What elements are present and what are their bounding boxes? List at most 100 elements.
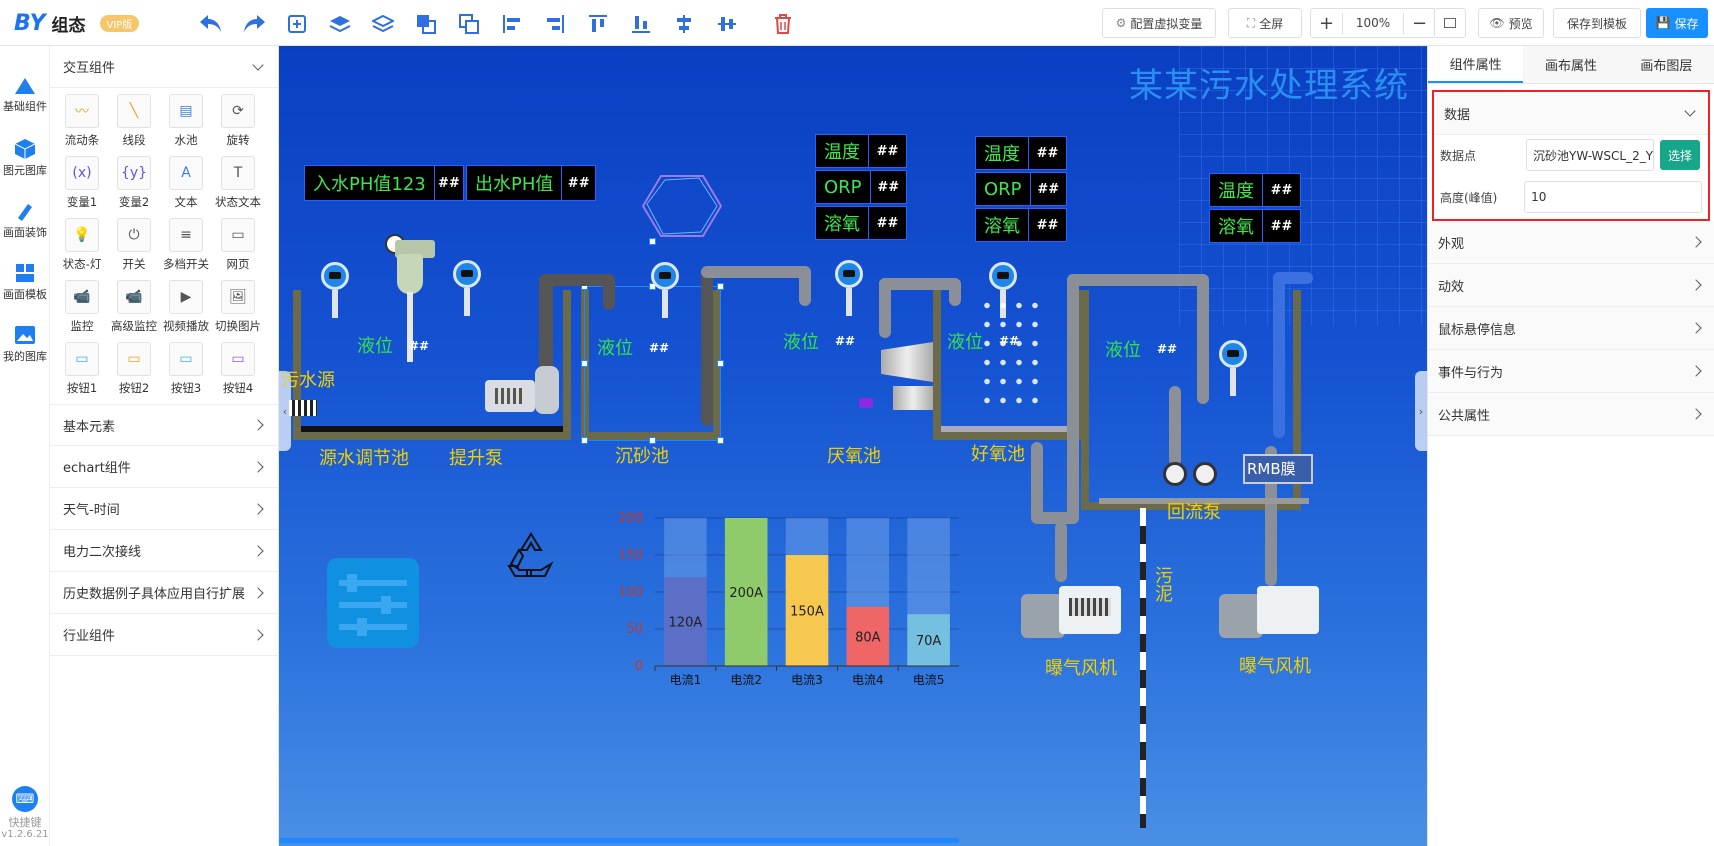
- pipe-segment[interactable]: [1067, 274, 1207, 286]
- rail-decoration[interactable]: 画面装饰: [0, 200, 50, 240]
- pipe-segment[interactable]: [1273, 272, 1313, 284]
- temp-display-1[interactable]: 温度 ##: [815, 134, 907, 168]
- temp-display-2[interactable]: 温度 ##: [975, 136, 1067, 170]
- do-display-2[interactable]: 溶氧 ##: [975, 208, 1067, 242]
- palette-item-7[interactable]: A 文本: [160, 156, 212, 210]
- resize-handle[interactable]: [717, 437, 724, 444]
- rmb-membrane[interactable]: RMB膜: [1243, 454, 1313, 484]
- resize-handle[interactable]: [581, 437, 588, 444]
- palette-section-4[interactable]: 电力二次接线: [50, 530, 278, 572]
- palette-item-11[interactable]: ≡ 多档开关: [160, 218, 212, 272]
- ph-out-display[interactable]: 出水PH值 ##: [466, 165, 596, 201]
- aeration-blower[interactable]: [1219, 586, 1321, 642]
- align-bottom-icon[interactable]: [628, 11, 654, 37]
- panel-section-5[interactable]: 公共属性: [1428, 393, 1714, 436]
- level-probe[interactable]: [453, 260, 481, 316]
- current-bar-chart[interactable]: 0 50 100 150 200 120A 电流1 200A 电流2 150A 电流3 80A 电流4 7…: [609, 506, 979, 696]
- rail-gallery[interactable]: 图元图库: [0, 138, 50, 178]
- level-label[interactable]: 液位: [357, 332, 393, 358]
- level-probe[interactable]: [651, 262, 679, 318]
- collapse-right-handle[interactable]: ›: [1415, 371, 1427, 451]
- palette-item-20[interactable]: ▭ 按钮4: [212, 342, 264, 396]
- zoom-in-button[interactable]: +: [1311, 12, 1343, 34]
- level-probe[interactable]: [835, 260, 863, 316]
- blower-label-1[interactable]: 曝气风机: [1045, 654, 1117, 680]
- panel-section-1[interactable]: 外观: [1428, 221, 1714, 264]
- pipe-segment[interactable]: [603, 274, 615, 310]
- pipe-segment[interactable]: [1031, 512, 1079, 524]
- palette-item-3[interactable]: ▤ 水池: [160, 94, 212, 148]
- bring-front-icon[interactable]: [413, 11, 439, 37]
- pipe-segment[interactable]: [1055, 522, 1067, 582]
- design-canvas[interactable]: 某某污水处理系统 ‹ › 入水PH值123 ## 出水PH值 ## 温度 ## ORP…: [279, 46, 1427, 846]
- panel-section-4[interactable]: 事件与行为: [1428, 350, 1714, 393]
- resize-handle[interactable]: [717, 360, 724, 367]
- palette-item-18[interactable]: ▭ 按钮2: [108, 342, 160, 396]
- ph-meter[interactable]: [385, 232, 435, 382]
- add-layer-icon[interactable]: [284, 11, 310, 37]
- palette-item-17[interactable]: ▭ 按钮1: [56, 342, 108, 396]
- undo-icon[interactable]: [198, 11, 224, 37]
- pipe-segment[interactable]: [1067, 274, 1079, 524]
- source-label[interactable]: 污水源: [281, 366, 335, 392]
- palette-item-16[interactable]: 🖼 切换图片: [212, 280, 264, 334]
- palette-item-4[interactable]: ⟳ 旋转: [212, 94, 264, 148]
- pipe-segment[interactable]: [879, 278, 959, 290]
- pipe-segment[interactable]: [701, 266, 713, 426]
- orp-display-1[interactable]: ORP ##: [815, 170, 907, 204]
- panel-section-3[interactable]: 鼠标悬停信息: [1428, 307, 1714, 350]
- blower-label-2[interactable]: 曝气风机: [1239, 652, 1311, 678]
- align-left-icon[interactable]: [499, 11, 525, 37]
- lift-pump[interactable]: [485, 366, 561, 418]
- rail-templates[interactable]: 画面模板: [0, 262, 50, 302]
- palette-item-1[interactable]: 〰流动条: [56, 94, 108, 148]
- recycle-icon[interactable]: [505, 530, 557, 580]
- pipe-segment[interactable]: [1031, 442, 1043, 522]
- level-label[interactable]: 液位: [597, 334, 633, 360]
- palette-section-5[interactable]: 历史数据例子具体应用自行扩展: [50, 572, 278, 614]
- pipe-segment[interactable]: [1197, 274, 1209, 404]
- pipe-segment[interactable]: [949, 278, 961, 306]
- aeration-blower[interactable]: [1021, 586, 1123, 642]
- palette-item-19[interactable]: ▭ 按钮3: [160, 342, 212, 396]
- tab-canvas-layers[interactable]: 画布图层: [1619, 46, 1714, 83]
- ph-in-display[interactable]: 入水PH值123 ##: [304, 165, 464, 201]
- send-back-icon[interactable]: [456, 11, 482, 37]
- pipe-segment[interactable]: [1273, 272, 1285, 438]
- align-right-icon[interactable]: [542, 11, 568, 37]
- return-pump-fan[interactable]: [1193, 462, 1217, 486]
- redo-icon[interactable]: [241, 11, 267, 37]
- palette-item-8[interactable]: T 状态文本: [212, 156, 264, 210]
- palette-item-15[interactable]: ▶ 视频播放: [160, 280, 212, 334]
- orp-display-2[interactable]: ORP ##: [975, 172, 1067, 206]
- palette-item-12[interactable]: ▭ 网页: [212, 218, 264, 272]
- level-label[interactable]: 液位: [947, 328, 983, 354]
- datapoint-input[interactable]: 沉砂池YW-WSCL_2_Y: [1526, 139, 1654, 171]
- height-input[interactable]: 10: [1524, 181, 1702, 213]
- inlet-screen[interactable]: [289, 400, 317, 416]
- do-display-1[interactable]: 溶氧 ##: [815, 206, 907, 240]
- palette-section-6[interactable]: 行业组件: [50, 614, 278, 656]
- zoom-out-button[interactable]: −: [1403, 12, 1435, 34]
- layer-up-icon[interactable]: [327, 11, 353, 37]
- panel-section-2[interactable]: 动效: [1428, 264, 1714, 307]
- choose-button[interactable]: 选择: [1660, 140, 1701, 170]
- return-pump-fan[interactable]: [1163, 462, 1187, 486]
- do-display-3[interactable]: 溶氧 ##: [1209, 209, 1301, 243]
- anaerobic-mixer[interactable]: [859, 336, 939, 416]
- save-template-button[interactable]: 保存到模板: [1553, 8, 1641, 38]
- slider-control-icon[interactable]: [327, 558, 419, 648]
- canvas-title[interactable]: 某某污水处理系统: [1129, 58, 1409, 107]
- canvas-scrollbar[interactable]: [279, 838, 959, 843]
- level-label[interactable]: 液位: [783, 328, 819, 354]
- palette-item-14[interactable]: 📹 高级监控: [108, 280, 160, 334]
- palette-item-6[interactable]: {y} 变量2: [108, 156, 160, 210]
- pipe-segment[interactable]: [1169, 386, 1181, 466]
- tank-label-grit[interactable]: 沉砂池: [615, 442, 669, 468]
- layer-down-icon[interactable]: [370, 11, 396, 37]
- resize-handle[interactable]: [717, 283, 724, 290]
- sludge-pole[interactable]: [1140, 508, 1146, 828]
- tank-label-pump[interactable]: 提升泵: [449, 444, 503, 470]
- save-button[interactable]: 💾 保存: [1646, 8, 1708, 38]
- palette-item-13[interactable]: 📹 监控: [56, 280, 108, 334]
